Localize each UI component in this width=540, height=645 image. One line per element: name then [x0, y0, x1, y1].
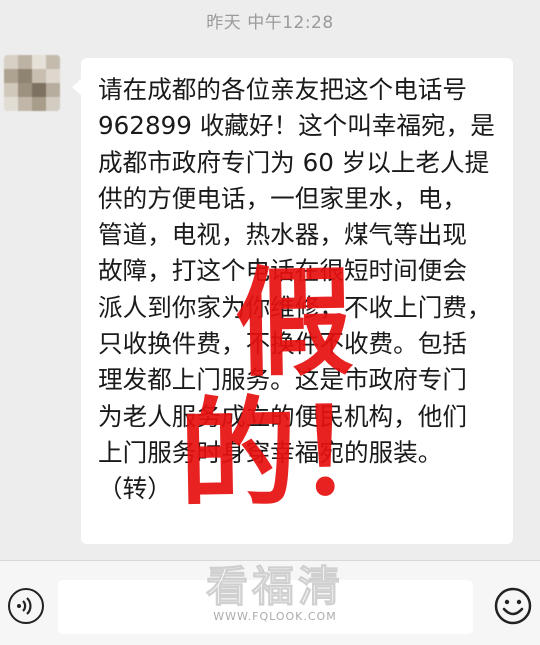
chat-timestamp: 昨天 中午12:28 — [206, 13, 334, 33]
input-bar — [0, 560, 540, 645]
message-line: 成都市政府专门为 60 岁以上老人提 — [98, 147, 490, 177]
avatar[interactable] — [4, 55, 60, 111]
emoji-icon — [494, 587, 532, 625]
fake-stamp-overlay: 假的！ — [177, 253, 413, 525]
message-line: 请在成都的各位亲友把这个电话号 — [98, 75, 467, 104]
message-line: 供的方便电话，一但家里水，电， — [98, 183, 467, 213]
message-input[interactable] — [58, 580, 473, 634]
emoji-button[interactable] — [493, 586, 533, 626]
message-line: 管道，电视，热水器，煤气等出现 — [98, 220, 467, 250]
voice-button[interactable] — [8, 588, 44, 624]
message-line: 962899 收藏好！这个叫幸福宛，是 — [98, 111, 495, 141]
voice-icon — [17, 597, 32, 615]
